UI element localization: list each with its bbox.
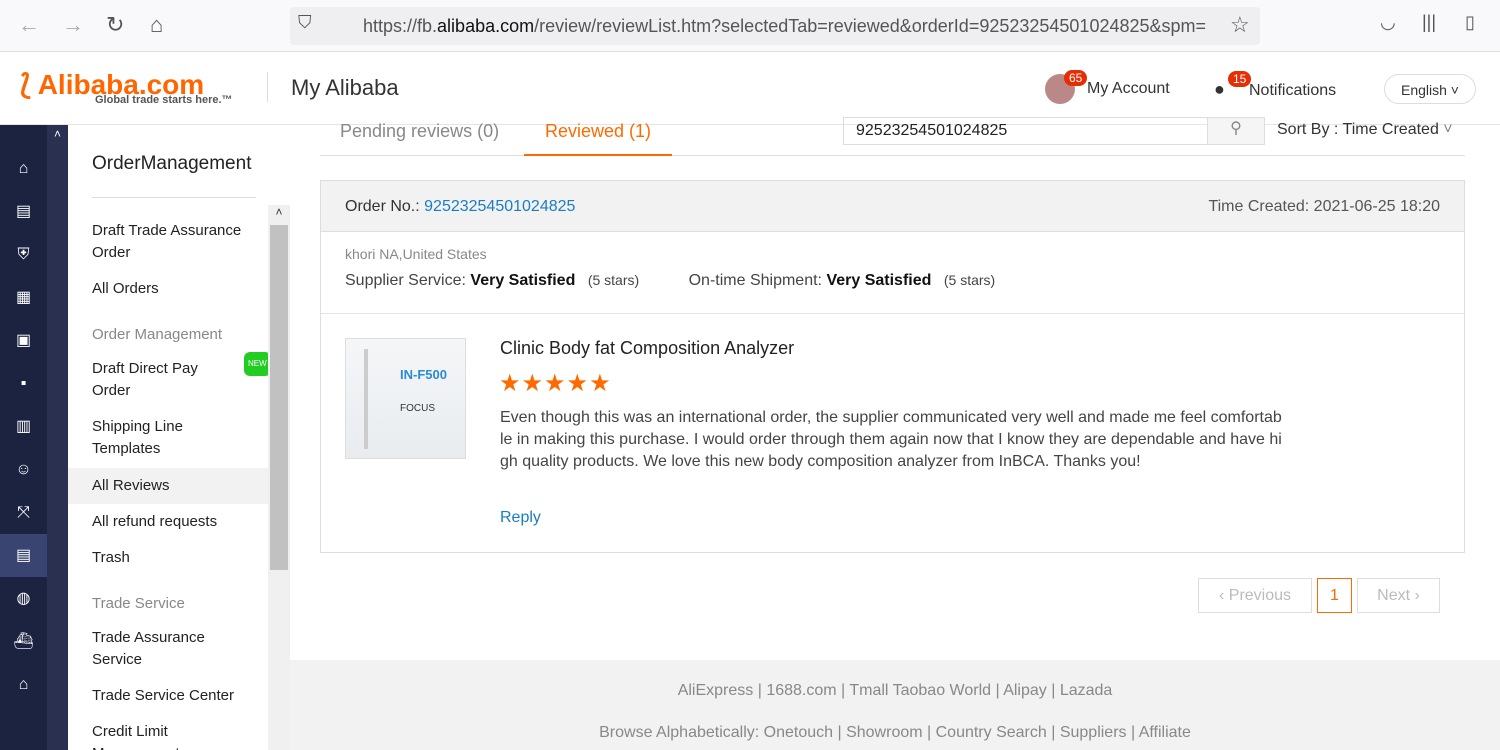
supplier-service-label: Supplier Service: bbox=[345, 272, 466, 289]
supplier-service-stars: (5 stars) bbox=[587, 272, 640, 288]
divider bbox=[267, 72, 268, 102]
sidebar-item-credit-limit[interactable]: Credit Limit Management bbox=[68, 721, 290, 750]
pocket-icon[interactable]: ◡ bbox=[1380, 12, 1396, 33]
product-image-model: IN-F500 bbox=[400, 367, 447, 382]
forward-icon[interactable]: → bbox=[62, 12, 84, 38]
library-icon[interactable]: ||| bbox=[1422, 12, 1436, 33]
order-search-input[interactable]: 92523254501024825 bbox=[843, 117, 1208, 145]
sidebar-item-draft-direct-pay[interactable]: Draft Direct Pay Order NEW bbox=[68, 352, 290, 402]
sidebar-item-shipping-templates[interactable]: Shipping Line Templates bbox=[68, 416, 290, 460]
sidebar-item-all-reviews[interactable]: All Reviews bbox=[68, 468, 290, 504]
reply-link[interactable]: Reply bbox=[500, 509, 541, 527]
page-title: My Alibaba bbox=[291, 75, 399, 100]
reload-icon[interactable]: ↻ bbox=[106, 12, 124, 38]
my-account-link[interactable]: My Account bbox=[1087, 80, 1170, 98]
bank-icon[interactable]: ⌂ bbox=[0, 663, 47, 706]
sort-label: Sort By : Time Created bbox=[1277, 121, 1439, 138]
order-info: khori NA,United States Supplier Service:… bbox=[321, 232, 1464, 314]
main-content: Pending reviews (0) Reviewed (1) 9252325… bbox=[290, 117, 1500, 750]
sidebar-item-all-orders[interactable]: All Orders bbox=[68, 278, 290, 300]
shipment-value: Very Satisfied bbox=[826, 272, 932, 289]
notifications-link[interactable]: Notifications bbox=[1249, 82, 1336, 100]
store-icon[interactable]: ▤ bbox=[0, 190, 47, 233]
users-icon[interactable]: ☺ bbox=[0, 448, 47, 491]
product-image[interactable]: IN-F500 FOCUS bbox=[345, 338, 466, 459]
search-button[interactable]: ⚲ bbox=[1207, 117, 1265, 145]
divider bbox=[92, 197, 256, 198]
sidebar-item-trade-assurance-service[interactable]: Trade Assurance Service bbox=[68, 627, 290, 671]
footer-browse-links[interactable]: Browse Alphabetically: Onetouch | Showro… bbox=[290, 724, 1500, 742]
orders-icon[interactable]: ▤ bbox=[0, 534, 47, 577]
sidebar-item-draft-trade-assurance[interactable]: Draft Trade Assurance Order bbox=[68, 220, 290, 264]
sidebar-scroll-thumb[interactable] bbox=[270, 225, 288, 570]
sidebar-item-trade-service-center[interactable]: Trade Service Center bbox=[68, 685, 290, 707]
sidebar-item-label: Draft Direct Pay Order bbox=[92, 360, 198, 399]
shield-check-icon[interactable]: ⛨ bbox=[0, 233, 47, 276]
sidebar: OrderManagement Draft Trade Assurance Or… bbox=[68, 125, 290, 750]
footer: AliExpress | 1688.com | Tmall Taobao Wor… bbox=[290, 660, 1500, 750]
page-1-button[interactable]: 1 bbox=[1317, 578, 1352, 613]
globe-icon[interactable]: ◍ bbox=[0, 577, 47, 620]
bookmark-star-icon[interactable]: ☆ bbox=[1230, 12, 1250, 38]
footer-links[interactable]: AliExpress | 1688.com | Tmall Taobao Wor… bbox=[290, 682, 1500, 700]
chart-icon[interactable]: ▥ bbox=[0, 405, 47, 448]
product-name[interactable]: Clinic Body fat Composition Analyzer bbox=[500, 338, 794, 359]
sort-dropdown[interactable]: Sort By : Time Created ˅ bbox=[1277, 121, 1453, 139]
notifications-badge: 15 bbox=[1228, 71, 1252, 87]
url-domain: alibaba.com bbox=[437, 16, 535, 36]
supplier-service-value: Very Satisfied bbox=[470, 272, 576, 289]
shipment-label: On-time Shipment: bbox=[688, 272, 822, 289]
site-header: ⟅ Alibaba.com Global trade starts here.™… bbox=[0, 52, 1500, 125]
url-path: /review/reviewList.htm?selectedTab=revie… bbox=[534, 16, 1207, 36]
tab-pending-reviews[interactable]: Pending reviews (0) bbox=[340, 121, 499, 142]
shipment-stars: (5 stars) bbox=[943, 272, 996, 288]
buyer-info: khori NA,United States bbox=[345, 246, 487, 262]
browser-toolbar: ← → ↻ ⌂ https://fb.alibaba.com/review/re… bbox=[0, 0, 1500, 52]
shield-icon: ⛉ bbox=[298, 12, 312, 32]
order-header: Order No.: 92523254501024825 Time Create… bbox=[321, 181, 1464, 232]
previous-button[interactable]: ‹ Previous bbox=[1198, 578, 1312, 613]
order-number-link[interactable]: 92523254501024825 bbox=[424, 198, 575, 215]
time-created-value: 2021-06-25 18:20 bbox=[1313, 198, 1440, 215]
logo-tagline: Global trade starts here.™ bbox=[95, 94, 233, 106]
sidebar-item-refund-requests[interactable]: All refund requests bbox=[68, 511, 290, 533]
home-icon[interactable]: ⌂ bbox=[150, 12, 163, 38]
home-icon[interactable]: ⌂ bbox=[0, 147, 47, 190]
grid-icon[interactable]: ▦ bbox=[0, 276, 47, 319]
order-no-label: Order No.: bbox=[345, 198, 420, 215]
sidebar-group-order-management: Order Management bbox=[92, 326, 223, 343]
url-prefix: https://fb. bbox=[363, 16, 438, 36]
star-rating: ★★★★★ bbox=[499, 370, 612, 397]
ship-icon[interactable]: ⛴ bbox=[0, 620, 47, 663]
share-icon[interactable]: ⤧ bbox=[0, 491, 47, 534]
product-image-brand: FOCUS bbox=[400, 403, 435, 414]
sidebar-group-trade-service: Trade Service bbox=[92, 595, 185, 612]
calendar-icon[interactable]: ▣ bbox=[0, 319, 47, 362]
account-badge: 65 bbox=[1064, 70, 1088, 86]
nav-scrollbar[interactable]: ˄ bbox=[47, 125, 68, 750]
back-icon[interactable]: ← bbox=[18, 12, 40, 38]
divider bbox=[320, 155, 1465, 156]
language-selector[interactable]: English ˅ bbox=[1384, 74, 1476, 104]
next-label: Next bbox=[1377, 587, 1411, 604]
chat-icon[interactable]: ▪ bbox=[0, 362, 47, 405]
language-label: English bbox=[1401, 82, 1447, 98]
tab-reviewed[interactable]: Reviewed (1) bbox=[524, 119, 672, 156]
time-created-label: Time Created: bbox=[1208, 198, 1310, 215]
address-bar[interactable]: https://fb.alibaba.com/review/reviewList… bbox=[290, 7, 1260, 45]
sidebar-icon[interactable]: ▯ bbox=[1465, 12, 1475, 33]
review-text: Even though this was an international or… bbox=[500, 409, 1282, 470]
new-badge: NEW bbox=[244, 352, 271, 376]
next-button[interactable]: Next › bbox=[1357, 578, 1440, 613]
sidebar-title: OrderManagement bbox=[92, 153, 252, 174]
bell-icon[interactable]: ● bbox=[1214, 79, 1225, 100]
sidebar-item-trash[interactable]: Trash bbox=[68, 547, 290, 569]
previous-label: Previous bbox=[1228, 587, 1292, 604]
review-card: Order No.: 92523254501024825 Time Create… bbox=[320, 180, 1465, 553]
